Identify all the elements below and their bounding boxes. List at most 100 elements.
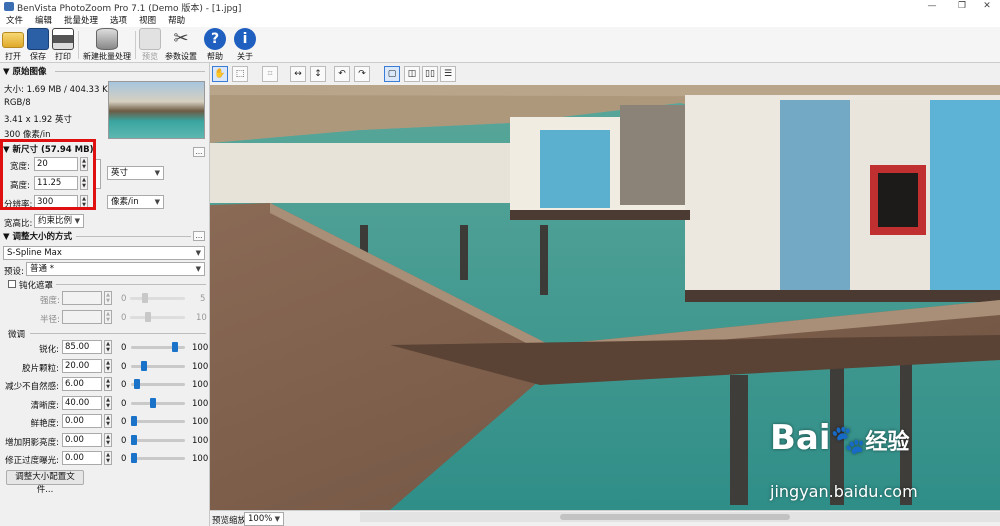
aspect-label: 宽高比: [4,219,33,229]
params-button[interactable]: ✂ 参数设置 [164,28,198,62]
fit-width-button[interactable]: ↔ [290,66,306,82]
slider-spinner[interactable]: ▲ ▼ [104,433,112,447]
open-button[interactable]: 打开 [2,28,24,62]
thumbnail-image [108,81,205,139]
slider-label: 胶片颗粒: [22,364,59,374]
app-icon [4,2,14,11]
single-view-button[interactable]: ▢ [384,66,400,82]
slider-track[interactable] [131,365,185,368]
horizontal-arrows-icon: ↔ [294,69,302,79]
single-view-icon: ▢ [387,69,397,79]
new-batch-label: 新建批量处理 [83,52,131,61]
chevron-down-icon: ▼ [274,515,280,523]
close-button[interactable]: ✕ [975,0,999,13]
slider-spinner[interactable]: ▲ ▼ [104,377,112,391]
radius-spinner: ▲ ▼ [104,310,112,324]
slider-thumb[interactable] [172,342,178,352]
maximize-button[interactable]: ❐ [950,0,974,13]
menu-edit[interactable]: 编辑 [35,14,52,26]
params-label: 参数设置 [165,52,197,61]
title-bar: BenVista PhotoZoom Pro 7.1 (Demo 版本) - [… [0,0,1000,14]
slider-value-input[interactable]: 85.00 [62,340,102,354]
slider-thumb[interactable] [141,361,147,371]
menu-file[interactable]: 文件 [6,14,23,26]
slider-value-input[interactable]: 0.00 [62,451,102,465]
crop-tool-button[interactable]: ⌗ [262,66,278,82]
method-more-button[interactable]: ... [193,231,205,241]
res-unit-select[interactable]: 像素/in ▼ [107,195,164,209]
original-size: 大小: 1.69 MB / 404.33 KB [4,85,114,95]
slider-thumb[interactable] [131,416,137,426]
slider-label: 增加阴影亮度: [5,438,59,448]
divider [56,284,206,285]
print-button[interactable]: 打印 [52,28,74,62]
slider-thumb[interactable] [134,379,140,389]
slider-spinner[interactable]: ▲ ▼ [104,340,112,354]
divider [55,71,205,72]
radius-label: 半径: [40,315,60,325]
slider-label: 鲜艳度: [30,419,59,429]
vertical-arrows-icon: ↕ [314,69,322,79]
slider-thumb[interactable] [131,453,137,463]
unsharp-checkbox[interactable] [8,280,16,288]
menu-batch[interactable]: 批量处理 [64,14,98,26]
original-header: ▼ 原始图像 [3,67,47,77]
menu-help[interactable]: 帮助 [168,14,185,26]
slider-value-input[interactable]: 0.00 [62,414,102,428]
about-button[interactable]: i 关于 [234,28,256,62]
hand-tool-button[interactable]: ✋ [212,66,228,82]
scrollbar-thumb[interactable] [560,514,790,520]
preview-button[interactable]: 预览 [139,28,161,62]
side-by-side-button[interactable]: ▯▯ [422,66,438,82]
slider-spinner[interactable]: ▲ ▼ [104,359,112,373]
slider-track[interactable] [131,402,185,405]
slider-value-input[interactable]: 0.00 [62,433,102,447]
slider-value-input[interactable]: 20.00 [62,359,102,373]
paw-icon: 🐾 [830,423,866,456]
slider-track[interactable] [131,439,185,442]
split-view-button[interactable]: ◫ [404,66,420,82]
save-button[interactable]: 保存 [27,28,49,62]
marquee-tool-button[interactable]: ⬚ [232,66,248,82]
slider-spinner[interactable]: ▲ ▼ [104,396,112,410]
zoom-select[interactable]: 100% ▼ [244,512,284,526]
slider-value-input[interactable]: 6.00 [62,377,102,391]
preview-label: 预览 [142,52,158,61]
slider-track[interactable] [131,420,185,423]
algorithm-select[interactable]: S-Spline Max ▼ [3,246,205,260]
radius-min: 0 [121,313,127,323]
aspect-select[interactable]: 约束比例 ▼ [34,214,84,228]
fit-height-button[interactable]: ↕ [310,66,326,82]
slider-track[interactable] [131,457,185,460]
slider-thumb[interactable] [150,398,156,408]
rotate-left-icon: ↶ [338,69,346,79]
rotate-right-button[interactable]: ↷ [354,66,370,82]
slider-value-input[interactable]: 40.00 [62,396,102,410]
slider-max: 100 [192,343,209,353]
preset-select[interactable]: 普通 * ▼ [26,262,205,276]
toolbar-separator [135,31,136,59]
menu-options[interactable]: 选项 [110,14,127,26]
new-batch-button[interactable]: 新建批量处理 [82,28,132,62]
slider-max: 100 [192,380,209,390]
original-more-button[interactable]: ... [193,147,205,157]
stacked-view-button[interactable]: ☰ [440,66,456,82]
help-button[interactable]: ? 帮助 [204,28,226,62]
radius-slider-thumb [145,312,151,322]
tools-icon: ✂ [173,28,189,49]
chevron-down-icon: ▼ [74,217,80,225]
menu-view[interactable]: 视图 [139,14,156,26]
rotate-left-button[interactable]: ↶ [334,66,350,82]
slider-thumb[interactable] [131,435,137,445]
slider-label: 减少不自然感: [5,382,59,392]
strength-max: 5 [200,294,206,304]
horizontal-scrollbar[interactable] [360,512,1000,522]
slider-spinner[interactable]: ▲ ▼ [104,451,112,465]
toolbar-separator [78,31,79,59]
slider-max: 100 [192,417,209,427]
minimize-button[interactable]: — [920,0,944,13]
resize-profile-button[interactable]: 调整大小配置文件... [6,470,84,495]
slider-spinner[interactable]: ▲ ▼ [104,414,112,428]
res-unit-value: 像素/in [111,197,139,207]
unit-select[interactable]: 英寸 ▼ [107,166,164,180]
